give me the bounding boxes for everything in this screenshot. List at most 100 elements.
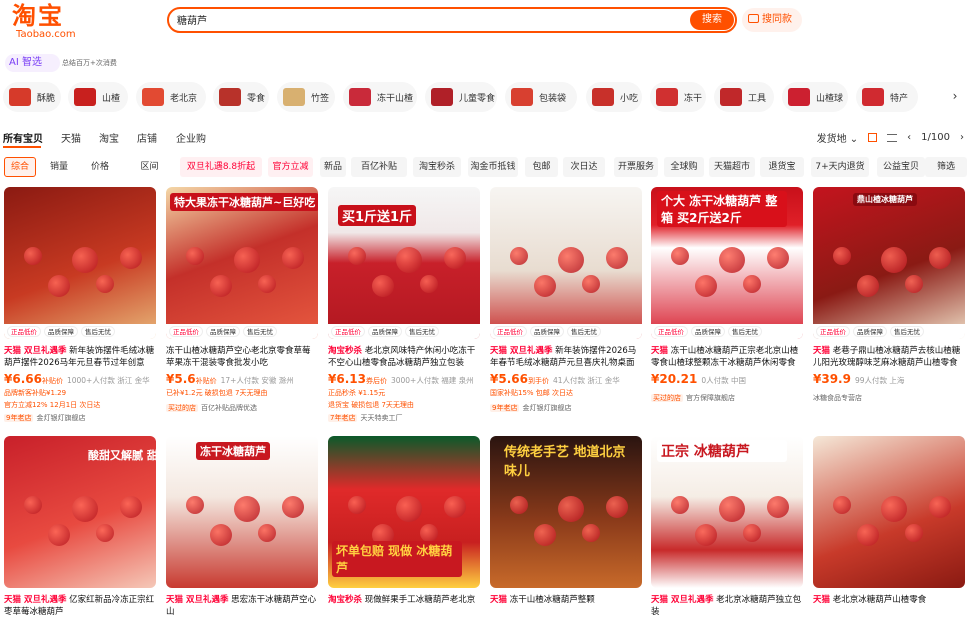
- product-title[interactable]: 天猫 老巷子鼎山楂冰糖葫芦去核山楂糖儿阳光玫瑰醇味芝麻冰糖葫芦山楂零食: [813, 345, 965, 369]
- filter-9[interactable]: 淘金币抵钱: [468, 157, 518, 177]
- price-value: ¥5.66: [490, 372, 528, 386]
- product-card[interactable]: 冻干冰糖葫芦天猫 双旦礼遇季 思宏冻干冰糖葫芦空心山: [166, 436, 318, 618]
- ai-select-button[interactable]: AI 智选: [5, 54, 60, 72]
- shop-name[interactable]: 百亿补贴品牌优选: [201, 404, 257, 412]
- filter-4[interactable]: 双旦礼遇8.8折起: [180, 157, 262, 177]
- tab-taobao[interactable]: 淘宝: [99, 130, 119, 145]
- filter-12[interactable]: 开票服务: [614, 157, 658, 177]
- list-view-icon[interactable]: [887, 133, 898, 142]
- product-image[interactable]: [813, 436, 965, 588]
- category-chip[interactable]: 冻干山楂: [343, 82, 417, 112]
- filter-10[interactable]: 包邮: [525, 157, 558, 177]
- grid-view-icon[interactable]: [868, 133, 878, 142]
- product-card[interactable]: 传统老手艺 地道北京味儿天猫 冻干山楂冰糖葫芦整颗: [490, 436, 642, 618]
- product-card[interactable]: 坏单包赔 现做 冰糖葫芦淘宝秒杀 现做鲜果手工冰糖葫芦老北京: [328, 436, 480, 618]
- product-image[interactable]: 传统老手艺 地道北京味儿: [490, 436, 642, 588]
- tab-shops[interactable]: 店铺: [137, 130, 157, 145]
- photo-search-button[interactable]: 搜同款: [742, 8, 802, 32]
- search-input[interactable]: [177, 14, 657, 25]
- product-card[interactable]: 正品低价 品质保障 售后无忧天猫 双旦礼遇季 新年装饰摆件2026马年春节毛绒冰糖葫…: [490, 187, 642, 413]
- filter-13[interactable]: 全球购: [664, 157, 704, 177]
- filter-14[interactable]: 天猫超市: [709, 157, 755, 177]
- shop-name[interactable]: 金灯银灯旗舰店: [522, 404, 571, 412]
- product-title[interactable]: 天猫 冻干山楂冰糖葫芦正宗老北京山楂零食山楂球整颗冻干冰糖葫芦休闲零食品小吃: [651, 345, 803, 369]
- product-title[interactable]: 冻干山楂冰糖葫芦空心老北京零食草莓苹果冻干混装零食批发小吃: [166, 345, 318, 369]
- filter-6[interactable]: 新品: [320, 157, 346, 177]
- category-chip[interactable]: 山楂: [68, 82, 128, 112]
- shop-name[interactable]: 冰糖食品专营店: [813, 394, 862, 402]
- shop-info[interactable]: 买过的店 官方保障旗舰店: [651, 393, 803, 403]
- filter-0[interactable]: 综合: [4, 157, 36, 177]
- filter-7[interactable]: 百亿补贴: [351, 157, 407, 177]
- search-button[interactable]: 搜索: [690, 10, 734, 30]
- product-title[interactable]: 淘宝秒杀 老北京风味特产休闲小吃冻干不空心山楂零食品冰糖葫芦独立包装: [328, 345, 480, 369]
- product-card[interactable]: 买1斤送1斤 正品低价 品质保障 售后无忧淘宝秒杀 老北京风味特产休闲小吃冻干不空心山…: [328, 187, 480, 423]
- category-chip[interactable]: 包装袋: [505, 82, 577, 112]
- shop-info[interactable]: 买过的店 百亿补贴品牌优选: [166, 403, 318, 413]
- shop-name[interactable]: 官方保障旗舰店: [686, 394, 735, 402]
- product-image[interactable]: 正品低价 品质保障 售后无忧: [4, 187, 156, 339]
- hawthorn-icon: [534, 275, 556, 297]
- product-image[interactable]: 鼎山楂冰糖葫芦 正品低价 品质保障 售后无忧: [813, 187, 965, 339]
- product-title-text: 老巷子鼎山楂冰糖葫芦去核山楂糖儿阳光玫瑰醇味芝麻冰糖葫芦山楂零食: [813, 346, 961, 368]
- filter-15[interactable]: 退货宝: [760, 157, 804, 177]
- next-page-icon[interactable]: ›: [960, 132, 964, 143]
- product-image[interactable]: 酸甜又解腻 甜蜜草莓: [4, 436, 156, 588]
- filter-8[interactable]: 淘宝秒杀: [413, 157, 461, 177]
- category-chip[interactable]: 工具: [714, 82, 774, 112]
- product-title[interactable]: 天猫 老北京冰糖葫芦山楂零食: [813, 594, 965, 618]
- taobao-logo[interactable]: 淘宝 Taobao.com: [12, 2, 122, 42]
- product-title[interactable]: 天猫 双旦礼遇季 思宏冻干冰糖葫芦空心山: [166, 594, 318, 618]
- product-image[interactable]: 正宗 冰糖葫芦: [651, 436, 803, 588]
- product-card[interactable]: 正宗 冰糖葫芦天猫 双旦礼遇季 老北京冰糖葫芦独立包装: [651, 436, 803, 618]
- ship-from-dropdown[interactable]: 发货地 ⌄: [817, 130, 859, 145]
- filter-18[interactable]: 筛选: [925, 157, 967, 177]
- category-chip[interactable]: 零食: [213, 82, 269, 112]
- category-chip[interactable]: 冻干: [650, 82, 706, 112]
- product-card[interactable]: 酸甜又解腻 甜蜜草莓天猫 双旦礼遇季 亿家红新品冷冻正宗红枣草莓冰糖葫芦: [4, 436, 156, 618]
- product-card[interactable]: 鼎山楂冰糖葫芦 正品低价 品质保障 售后无忧天猫 老巷子鼎山楂冰糖葫芦去核山楂糖儿阳光…: [813, 187, 965, 403]
- tab-tmall[interactable]: 天猫: [61, 130, 81, 145]
- product-title[interactable]: 天猫 双旦礼遇季 新年装饰摆件2026马年春节毛绒冰糖葫芦元旦喜庆礼物桌面摆件.…: [490, 345, 642, 369]
- filter-17[interactable]: 公益宝贝: [877, 157, 925, 177]
- shop-info[interactable]: 9年老店 金灯银灯旗舰店: [4, 413, 156, 423]
- category-chip[interactable]: 酥脆: [3, 82, 61, 112]
- product-image[interactable]: 正品低价 品质保障 售后无忧: [490, 187, 642, 339]
- shop-name[interactable]: 金灯银灯旗舰店: [36, 414, 85, 422]
- product-image[interactable]: 特大果冻干冰糖葫芦~巨好吃 正品低价 品质保障 售后无忧: [166, 187, 318, 339]
- product-card[interactable]: 个大 冻干冰糖葫芦 整箱 买2斤送2斤 正品低价 品质保障 售后无忧天猫 冻干山楂冰糖…: [651, 187, 803, 403]
- category-chip[interactable]: 竹签: [277, 82, 335, 112]
- product-image[interactable]: 个大 冻干冰糖葫芦 整箱 买2斤送2斤 正品低价 品质保障 售后无忧: [651, 187, 803, 339]
- product-title[interactable]: 天猫 双旦礼遇季 亿家红新品冷冻正宗红枣草莓冰糖葫芦: [4, 594, 156, 618]
- tab-enterprise[interactable]: 企业购: [176, 130, 206, 145]
- category-chip[interactable]: 儿童零食: [425, 82, 497, 112]
- product-title[interactable]: 淘宝秒杀 现做鲜果手工冰糖葫芦老北京: [328, 594, 480, 618]
- filter-2[interactable]: 价格: [81, 157, 119, 177]
- product-title[interactable]: 天猫 双旦礼遇季 新年装饰摆件毛绒冰糖葫芦摆件2026马年元旦春节过年创意桌..…: [4, 345, 156, 369]
- filter-11[interactable]: 次日达: [563, 157, 605, 177]
- filter-1[interactable]: 销量: [43, 157, 75, 177]
- product-image[interactable]: 冻干冰糖葫芦: [166, 436, 318, 588]
- shop-info[interactable]: 9年老店 金灯银灯旗舰店: [490, 403, 642, 413]
- product-title[interactable]: 天猫 双旦礼遇季 老北京冰糖葫芦独立包装: [651, 594, 803, 618]
- product-image[interactable]: 坏单包赔 现做 冰糖葫芦: [328, 436, 480, 588]
- category-chip[interactable]: 山楂球: [782, 82, 848, 112]
- chevron-right-icon[interactable]: ›: [946, 88, 964, 106]
- category-chip[interactable]: 小吃: [586, 82, 642, 112]
- tab-all[interactable]: 所有宝贝: [3, 130, 43, 145]
- product-card[interactable]: 正品低价 品质保障 售后无忧天猫 双旦礼遇季 新年装饰摆件毛绒冰糖葫芦摆件2026马…: [4, 187, 156, 423]
- shop-name[interactable]: 天天特卖工厂: [360, 414, 402, 422]
- hawthorn-icon: [671, 247, 689, 265]
- filter-16[interactable]: 7+天内退货: [811, 157, 869, 177]
- product-card[interactable]: 天猫 老北京冰糖葫芦山楂零食: [813, 436, 965, 618]
- product-card[interactable]: 特大果冻干冰糖葫芦~巨好吃 正品低价 品质保障 售后无忧 冻干山楂冰糖葫芦空心老北京零…: [166, 187, 318, 413]
- product-image[interactable]: 买1斤送1斤 正品低价 品质保障 售后无忧: [328, 187, 480, 339]
- filter-5[interactable]: 官方立减: [268, 157, 313, 177]
- shop-info[interactable]: 冰糖食品专营店: [813, 393, 965, 403]
- filter-3[interactable]: 区间: [126, 157, 173, 177]
- prev-page-icon[interactable]: ‹: [907, 132, 911, 143]
- shop-info[interactable]: 7年老店 天天特卖工厂: [328, 413, 480, 423]
- product-title[interactable]: 天猫 冻干山楂冰糖葫芦整颗: [490, 594, 642, 618]
- category-chip[interactable]: 特产: [856, 82, 918, 112]
- category-chip[interactable]: 老北京: [136, 82, 206, 112]
